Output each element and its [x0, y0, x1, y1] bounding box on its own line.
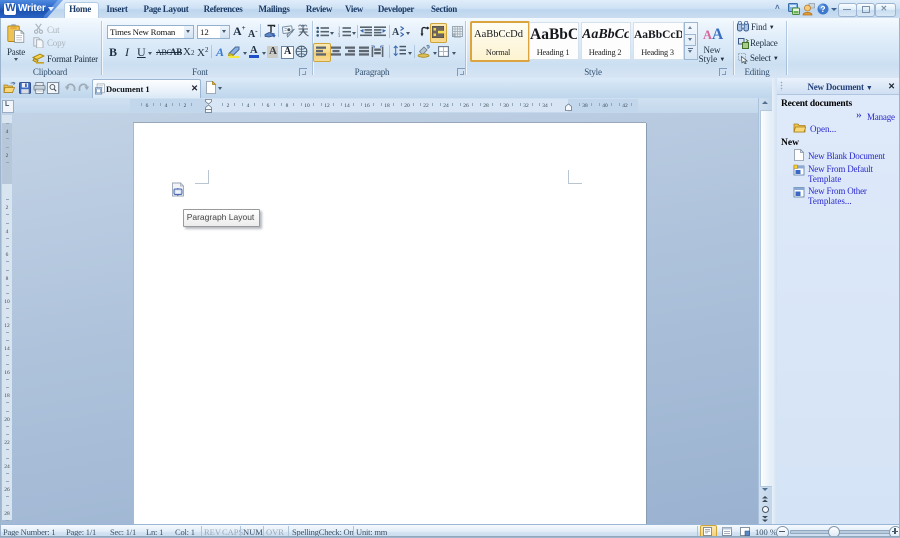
svg-text:?: ? — [820, 4, 825, 14]
svg-text:3: 3 — [338, 33, 341, 37]
svg-text:A: A — [392, 27, 400, 38]
